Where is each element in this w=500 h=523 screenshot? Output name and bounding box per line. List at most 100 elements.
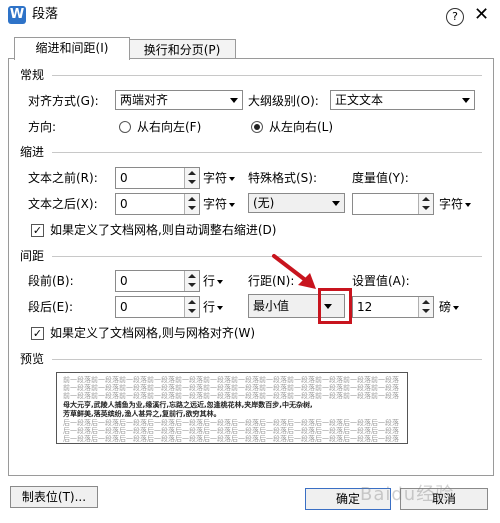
arrow-down-icon	[188, 283, 196, 287]
space-before-unit-text: 行	[203, 274, 216, 288]
caret-down-icon	[465, 202, 472, 207]
indent-after-unit-text: 字符	[203, 197, 228, 211]
measure-unit[interactable]: 字符	[439, 196, 472, 212]
measure-input[interactable]	[352, 193, 434, 215]
align-select-value: 两端对齐	[120, 93, 169, 107]
title-bar: W 段落 ? ✕	[0, 0, 500, 30]
arrow-up-icon	[188, 171, 196, 175]
section-divider	[52, 75, 482, 76]
tab-indent-spacing[interactable]: 缩进和间距(I)	[14, 37, 130, 60]
setting-value-label: 设置值(A):	[352, 274, 410, 288]
space-before-unit[interactable]: 行	[203, 273, 224, 289]
indent-after-label: 文本之后(X):	[28, 197, 98, 211]
spinner-buttons[interactable]	[184, 168, 199, 188]
preview-line: 前一段落前一段落前一段落前一段落前一段落前一段落前一段落前一段落前一段落前一段落…	[63, 392, 399, 400]
measure-label: 度量值(Y):	[352, 171, 409, 185]
spinner-buttons[interactable]	[184, 297, 199, 317]
space-after-input[interactable]: 0	[115, 296, 200, 318]
direction-label: 方向:	[28, 120, 57, 134]
setting-value: 12	[357, 300, 373, 314]
space-after-value: 0	[120, 300, 128, 314]
chevron-down-icon	[332, 201, 340, 206]
spacing-grid-checkbox[interactable]: ✓	[31, 327, 44, 340]
section-divider	[52, 152, 482, 153]
outline-select[interactable]: 正文文本	[330, 90, 475, 110]
ltr-label[interactable]: 从左向右(L)	[269, 119, 333, 135]
paragraph-preview: 前一段落前一段落前一段落前一段落前一段落前一段落前一段落前一段落前一段落前一段落…	[56, 372, 408, 444]
arrow-down-icon	[422, 206, 430, 210]
preview-line: 母大元亨,武陵人捕鱼为业,缘溪行,忘路之远近,忽逢桃花林,夹岸数百步,中无杂树,	[63, 401, 313, 409]
caret-down-icon	[229, 202, 236, 207]
section-indent-title: 缩进	[20, 145, 45, 159]
spinner-buttons[interactable]	[184, 194, 199, 214]
tab-stops-button[interactable]: 制表位(T)...	[10, 486, 98, 508]
align-label: 对齐方式(G):	[28, 94, 99, 108]
caret-down-icon	[229, 176, 236, 181]
space-after-unit-text: 行	[203, 300, 216, 314]
section-spacing-title: 间距	[20, 249, 45, 263]
caret-down-icon	[217, 305, 224, 310]
spacing-grid-label[interactable]: 如果定义了文档网格,则与网格对齐(W)	[50, 325, 255, 341]
chevron-down-icon	[230, 98, 238, 103]
special-format-select[interactable]: (无)	[248, 193, 345, 213]
align-select[interactable]: 两端对齐	[115, 90, 243, 110]
indent-before-input[interactable]: 0	[115, 167, 200, 189]
spinner-buttons[interactable]	[418, 297, 433, 317]
help-button[interactable]: ?	[446, 8, 464, 26]
section-divider	[52, 256, 482, 257]
section-divider	[52, 359, 482, 360]
arrow-down-icon	[188, 206, 196, 210]
arrow-down-icon	[188, 309, 196, 313]
setting-value-unit[interactable]: 磅	[439, 299, 460, 315]
section-preview-title: 预览	[20, 352, 45, 366]
indent-before-value: 0	[120, 171, 128, 185]
spinner-buttons[interactable]	[184, 271, 199, 291]
arrow-up-icon	[422, 197, 430, 201]
space-after-unit[interactable]: 行	[203, 299, 224, 315]
setting-value-unit-text: 磅	[439, 300, 452, 314]
spinner-buttons[interactable]	[418, 194, 433, 214]
indent-before-unit-text: 字符	[203, 171, 228, 185]
indent-before-label: 文本之前(R):	[28, 171, 98, 185]
indent-after-unit[interactable]: 字符	[203, 196, 236, 212]
preview-line: 前一段落前一段落前一段落前一段落前一段落前一段落前一段落前一段落前一段落前一段落…	[63, 384, 399, 392]
highlight-box	[318, 288, 352, 324]
preview-line: 后一段落后一段落后一段落后一段落后一段落后一段落后一段落后一段落后一段落后一段落…	[63, 435, 399, 443]
line-spacing-value: 最小值	[253, 299, 290, 313]
space-before-value: 0	[120, 274, 128, 288]
indent-before-unit[interactable]: 字符	[203, 170, 236, 186]
close-button[interactable]: ✕	[474, 4, 489, 26]
arrow-up-icon	[188, 274, 196, 278]
space-before-label: 段前(B):	[28, 274, 74, 288]
section-general-title: 常规	[20, 68, 45, 82]
space-before-input[interactable]: 0	[115, 270, 200, 292]
indent-after-input[interactable]: 0	[115, 193, 200, 215]
dialog-title: 段落	[32, 7, 59, 22]
preview-line: 前一段落前一段落前一段落前一段落前一段落前一段落前一段落前一段落前一段落前一段落…	[63, 376, 399, 384]
measure-unit-text: 字符	[439, 197, 464, 211]
arrow-up-icon	[188, 197, 196, 201]
arrow-down-icon	[188, 180, 196, 184]
indent-after-value: 0	[120, 197, 128, 211]
chevron-down-icon	[462, 98, 470, 103]
outline-label: 大纲级别(O):	[248, 94, 319, 108]
indent-grid-checkbox[interactable]: ✓	[31, 224, 44, 237]
watermark: Baidu经验	[360, 484, 455, 505]
rtl-label[interactable]: 从右向左(F)	[137, 119, 201, 135]
ltr-radio[interactable]	[251, 121, 263, 133]
outline-select-value: 正文文本	[335, 93, 384, 107]
space-after-label: 段后(E):	[28, 300, 73, 314]
indent-grid-label[interactable]: 如果定义了文档网格,则自动调整右缩进(D)	[50, 222, 276, 238]
caret-down-icon	[217, 279, 224, 284]
annotation-arrow-icon	[272, 254, 316, 289]
tab-line-page-break[interactable]: 换行和分页(P)	[128, 39, 236, 60]
special-format-value: (无)	[253, 196, 275, 210]
special-format-label: 特殊格式(S):	[248, 171, 318, 185]
setting-value-input[interactable]: 12	[352, 296, 434, 318]
arrow-down-icon	[422, 309, 430, 313]
wps-writer-icon: W	[8, 6, 26, 24]
caret-down-icon	[453, 305, 460, 310]
arrow-up-icon	[422, 300, 430, 304]
rtl-radio[interactable]	[119, 121, 131, 133]
arrow-up-icon	[188, 300, 196, 304]
